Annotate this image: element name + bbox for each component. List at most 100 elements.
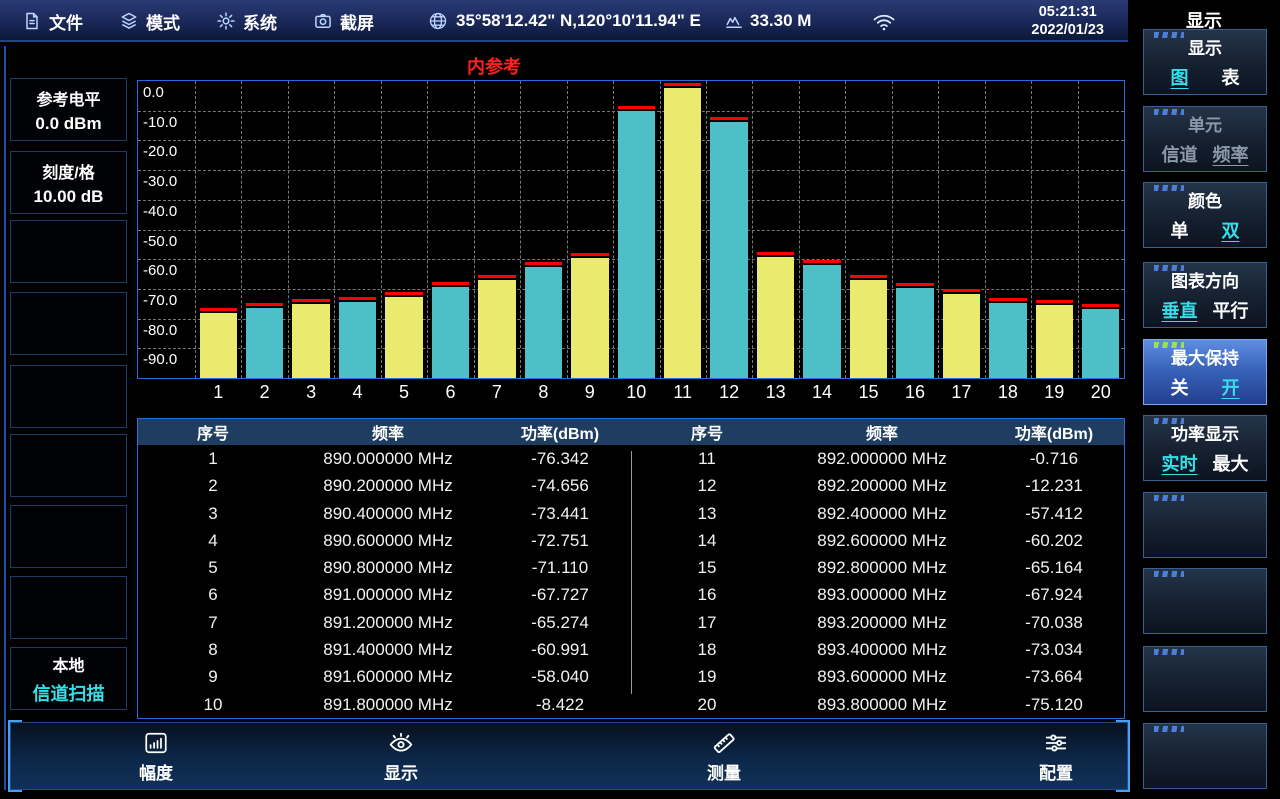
softkey-options: 垂直平行	[1144, 297, 1266, 323]
y-axis-tick-label: -10.0	[143, 114, 177, 131]
option-双[interactable]: 双	[1222, 217, 1240, 243]
table-cell: -8.422	[488, 691, 632, 718]
channel-bar-4	[339, 297, 376, 378]
grid-vline	[334, 81, 335, 378]
menu-截屏[interactable]: 截屏	[313, 9, 374, 34]
option-关[interactable]: 关	[1171, 374, 1189, 400]
corner-stripes-decoration	[1154, 495, 1184, 501]
top-bar: 文件模式系统截屏 35°58'12.42" N,120°10'11.94" E …	[0, 0, 1128, 42]
softkey-options: 信道频率	[1144, 141, 1266, 167]
table-center-divider	[631, 451, 632, 694]
option-最大[interactable]: 最大	[1213, 450, 1249, 476]
menu-文件[interactable]: 文件	[22, 9, 83, 34]
softkey-empty	[10, 292, 127, 355]
softkey-刻度/格[interactable]: 刻度/格10.00 dB	[10, 151, 127, 214]
menu-系统[interactable]: 系统	[216, 9, 277, 34]
altitude-readout: 33.30 M	[724, 0, 811, 42]
softkey-图表方向[interactable]: 图表方向垂直平行	[1143, 262, 1267, 328]
bar-fill	[571, 258, 608, 378]
option-实时[interactable]: 实时	[1162, 450, 1198, 476]
right-sidebar: 显示 显示图表单元信道频率颜色单双图表方向垂直平行最大保持关开功率显示实时最大	[1128, 0, 1280, 799]
table-cell: -73.664	[982, 663, 1126, 690]
table-cell: 12	[632, 472, 782, 499]
channel-bar-1	[200, 308, 237, 378]
softkey-最大保持[interactable]: 最大保持关开	[1143, 339, 1267, 405]
y-axis-tick-label: 0.0	[143, 84, 164, 101]
softkey-line: 刻度/格	[42, 159, 94, 183]
bar-fill	[1036, 305, 1073, 378]
channel-bar-12	[710, 117, 747, 378]
option-图[interactable]: 图	[1171, 64, 1189, 90]
softkey-empty	[1143, 568, 1267, 634]
softkey-颜色[interactable]: 颜色单双	[1143, 182, 1267, 248]
softkey-empty	[10, 505, 127, 568]
table-cell: -65.164	[982, 554, 1126, 581]
option-平行[interactable]: 平行	[1213, 297, 1249, 323]
channel-bar-11	[664, 83, 701, 378]
date-value: 2022/01/23	[1031, 21, 1104, 39]
option-频率[interactable]: 频率	[1213, 141, 1249, 167]
table-cell: 10	[138, 691, 288, 718]
bar-fill	[896, 288, 933, 378]
x-axis-tick-label: 9	[585, 382, 595, 403]
bottom-menu-配置[interactable]: 配置	[1039, 730, 1073, 784]
table-cell: -73.441	[488, 500, 632, 527]
channel-bar-20	[1082, 304, 1119, 378]
option-表[interactable]: 表	[1222, 64, 1240, 90]
table-header-cell: 功率(dBm)	[982, 420, 1126, 444]
bottom-menu-bar: 幅度 显示 测量 配置	[10, 722, 1128, 790]
table-cell: -60.202	[982, 527, 1126, 554]
softkey-empty	[10, 434, 127, 497]
max-hold-cap	[803, 260, 840, 263]
softkey-参考电平[interactable]: 参考电平0.0 dBm	[10, 78, 127, 141]
altitude-icon	[724, 11, 744, 31]
max-hold-cap	[1082, 304, 1119, 307]
softkey-功率显示[interactable]: 功率显示实时最大	[1143, 415, 1267, 481]
bottom-menu-label: 幅度	[139, 759, 173, 784]
y-axis-tick-label: -20.0	[143, 143, 177, 160]
option-单[interactable]: 单	[1171, 217, 1189, 243]
table-cell: 891.200000 MHz	[288, 609, 488, 636]
menu-模式[interactable]: 模式	[119, 9, 180, 34]
x-axis-tick-label: 19	[1044, 382, 1064, 403]
x-axis-tick-label: 18	[998, 382, 1018, 403]
bar-fill	[850, 280, 887, 378]
grid-vline	[985, 81, 986, 378]
grid-vline	[938, 81, 939, 378]
bar-fill	[989, 303, 1026, 378]
bottom-menu-测量[interactable]: 测量	[707, 730, 741, 784]
bar-fill	[618, 111, 655, 378]
table-cell: 893.600000 MHz	[782, 663, 982, 690]
bar-fill	[943, 294, 980, 378]
max-hold-cap	[710, 117, 747, 120]
max-hold-cap	[525, 262, 562, 265]
grid-vline	[892, 81, 893, 378]
bottom-menu-显示[interactable]: 显示	[384, 730, 418, 784]
option-开[interactable]: 开	[1222, 374, 1240, 400]
max-hold-cap	[757, 252, 794, 255]
table-cell: -74.656	[488, 472, 632, 499]
option-垂直[interactable]: 垂直	[1162, 297, 1198, 323]
x-axis-tick-label: 8	[538, 382, 548, 403]
max-hold-cap	[943, 289, 980, 292]
table-cell: 19	[632, 663, 782, 690]
option-信道[interactable]: 信道	[1162, 141, 1198, 167]
table-cell: 3	[138, 500, 288, 527]
table-cell: 11	[632, 445, 782, 472]
grid-vline	[1031, 81, 1032, 378]
globe-icon	[428, 11, 448, 31]
softkey-显示[interactable]: 显示图表	[1143, 29, 1267, 95]
softkey-本地[interactable]: 本地信道扫描	[10, 647, 127, 710]
bottom-menu-幅度[interactable]: 幅度	[139, 730, 173, 784]
softkey-单元[interactable]: 单元信道频率	[1143, 106, 1267, 172]
softkey-line: 信道扫描	[33, 680, 105, 706]
softkey-line: 0.0 dBm	[35, 114, 101, 134]
table-cell: 5	[138, 554, 288, 581]
bar-fill	[757, 257, 794, 379]
table-cell: 7	[138, 609, 288, 636]
corner-stripes-decoration	[1154, 342, 1184, 348]
table-cell: 890.800000 MHz	[288, 554, 488, 581]
amplitude-icon	[143, 730, 169, 756]
channel-bar-7	[478, 275, 515, 378]
x-axis-tick-label: 16	[905, 382, 925, 403]
